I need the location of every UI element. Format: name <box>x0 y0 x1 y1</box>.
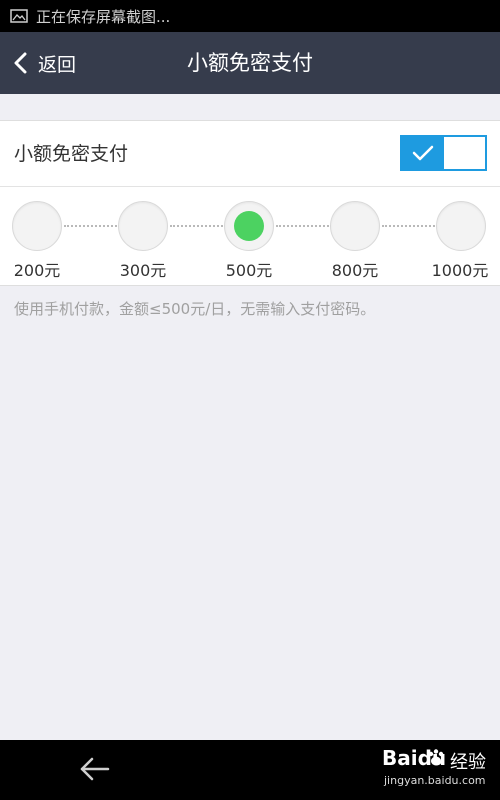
checkmark-icon <box>412 145 434 161</box>
selected-indicator <box>234 211 264 241</box>
slider-track-segment <box>64 225 120 229</box>
toggle-row-label: 小额免密支付 <box>14 143 129 165</box>
amount-stop-300[interactable] <box>118 201 168 251</box>
back-button[interactable]: 返回 <box>12 32 76 94</box>
status-bar: 正在保存屏幕截图... <box>0 0 500 32</box>
amount-slider[interactable]: 200元 300元 500元 800元 1000元 <box>0 187 500 287</box>
enable-toggle[interactable] <box>400 135 487 171</box>
navigation-bar: 返回 小额免密支付 <box>0 32 500 94</box>
amount-label-1000: 1000元 <box>431 261 489 280</box>
arrow-left-icon[interactable] <box>78 754 112 784</box>
toggle-on-segment <box>402 137 444 169</box>
watermark-cn-text: 经验 <box>450 752 486 773</box>
paw-icon <box>428 749 444 766</box>
description-text: 使用手机付款，金额≤500元/日，无需输入支付密码。 <box>14 300 376 318</box>
amount-label-300: 300元 <box>119 261 167 280</box>
amount-label-800: 800元 <box>331 261 379 280</box>
watermark-url: jingyan.baidu.com <box>384 774 486 787</box>
amount-stop-800[interactable] <box>330 201 380 251</box>
chevron-left-icon <box>14 52 27 74</box>
amount-stop-200[interactable] <box>12 201 62 251</box>
amount-stop-500[interactable] <box>224 201 274 251</box>
slider-track-segment <box>382 225 438 229</box>
slider-track-segment <box>276 225 332 229</box>
status-text: 正在保存屏幕截图... <box>36 7 171 26</box>
toggle-row: 小额免密支付 <box>0 121 500 187</box>
amount-label-200: 200元 <box>13 261 61 280</box>
screenshot-image-icon <box>10 9 28 23</box>
amount-stop-1000[interactable] <box>436 201 486 251</box>
back-label: 返回 <box>38 53 77 76</box>
slider-track-segment <box>170 225 226 229</box>
amount-label-500: 500元 <box>225 261 273 280</box>
system-navigation-bar: Baidu 经验 jingyan.baidu.com <box>0 740 500 800</box>
baidu-jingyan-watermark: Baidu 经验 jingyan.baidu.com <box>382 746 492 794</box>
settings-card: 小额免密支付 200元 300元 500元 800元 1000元 <box>0 120 500 286</box>
